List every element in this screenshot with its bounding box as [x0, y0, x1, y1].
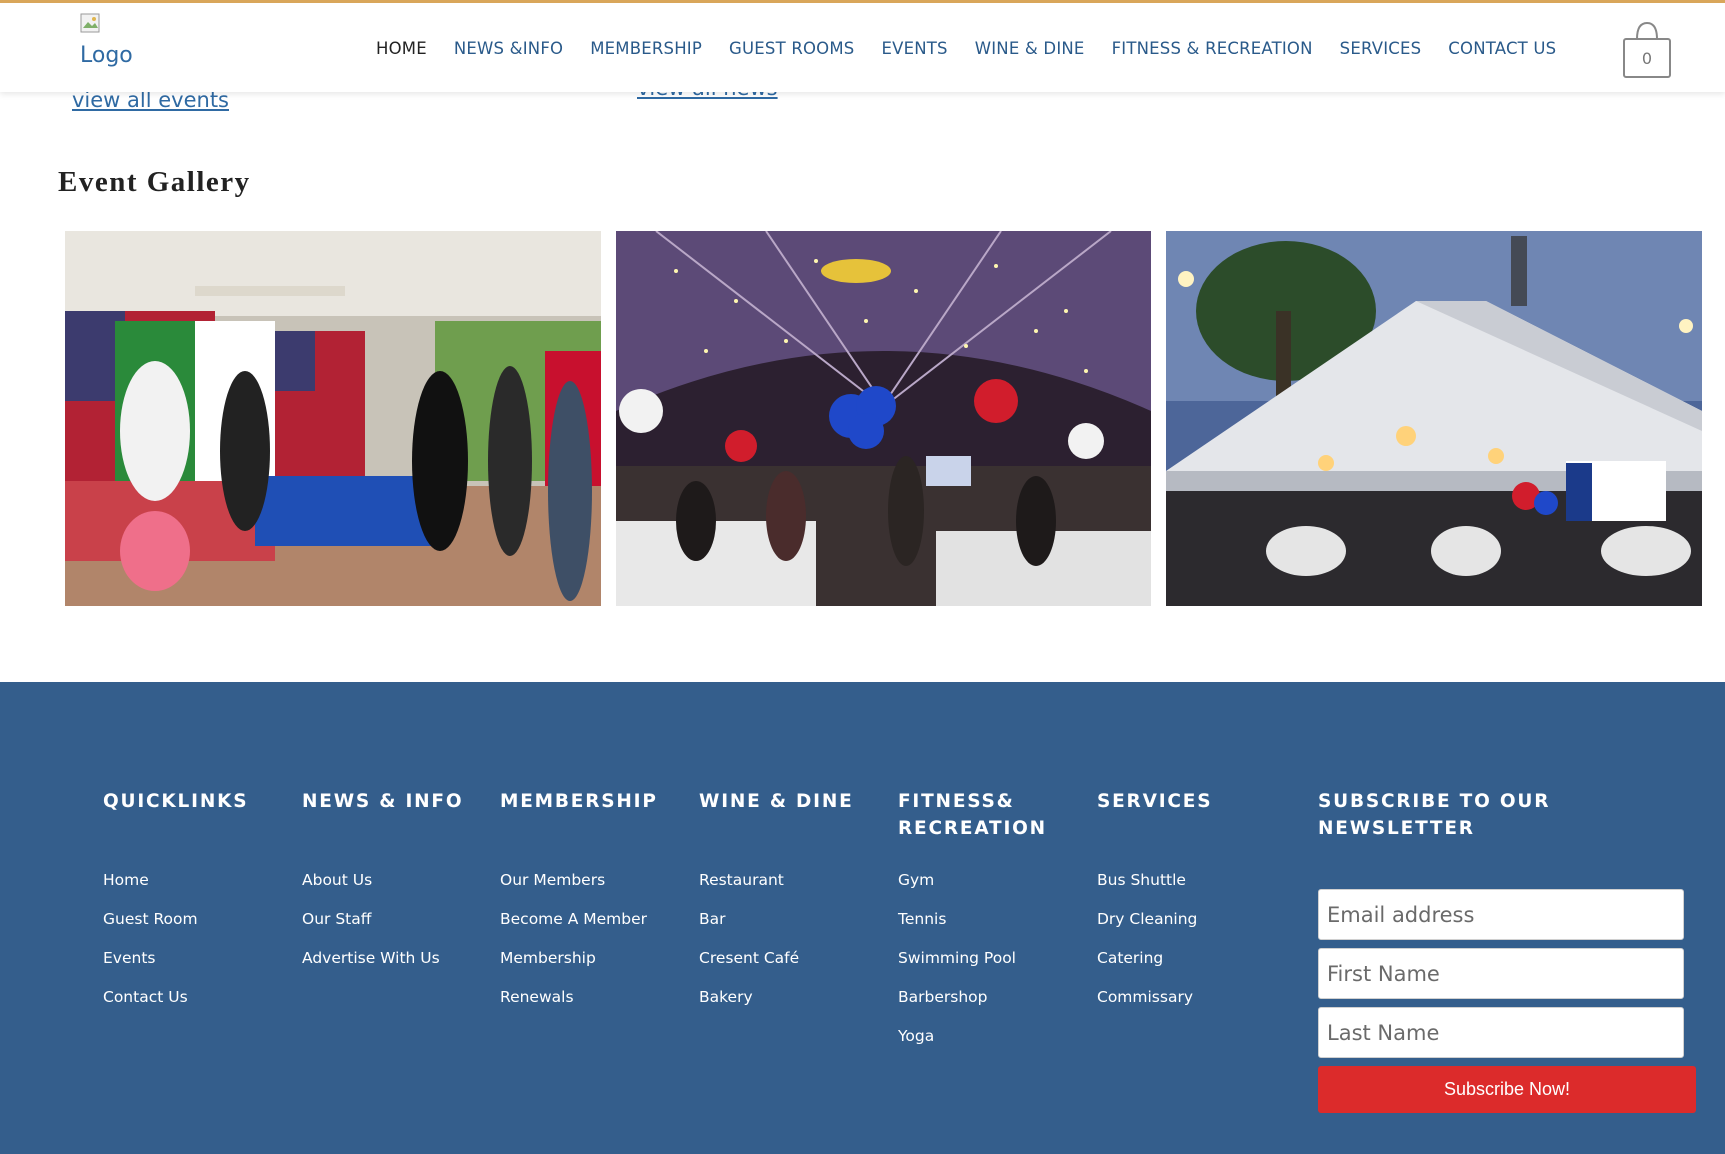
footer-link-commissary[interactable]: Commissary	[1097, 987, 1197, 1026]
footer-col-title: SERVICES	[1097, 791, 1213, 812]
gallery-image-1[interactable]	[65, 231, 601, 606]
footer-link-restaurant[interactable]: Restaurant	[699, 870, 799, 909]
footer-col-title: FITNESS& RECREATION	[898, 791, 1047, 839]
nav-guest-rooms[interactable]: GUEST ROOMS	[729, 39, 854, 58]
footer-col-membership: MEMBERSHIP Our Members Become A Member M…	[500, 788, 658, 1006]
footer-link-advertise[interactable]: Advertise With Us	[302, 948, 440, 987]
footer-link-gym[interactable]: Gym	[898, 870, 1016, 909]
gallery-image-2[interactable]	[616, 231, 1152, 606]
cart-button[interactable]: 0	[1622, 21, 1672, 79]
nav-contact-us[interactable]: CONTACT US	[1448, 39, 1556, 58]
footer-col-news-info: NEWS & INFO About Us Our Staff Advertise…	[302, 788, 464, 967]
footer-col-fitness: FITNESS& RECREATION Gym Tennis Swimming …	[898, 788, 1047, 1045]
footer-link-catering[interactable]: Catering	[1097, 948, 1197, 987]
newsletter-title: SUBSCRIBE TO OUR NEWSLETTER	[1318, 791, 1551, 839]
main-nav: HOME NEWS &INFO MEMBERSHIP GUEST ROOMS E…	[376, 39, 1583, 58]
gallery-title: Event Gallery	[58, 166, 251, 198]
footer-link-membership[interactable]: Membership	[500, 948, 647, 987]
footer-link-our-staff[interactable]: Our Staff	[302, 909, 440, 948]
footer-col-title: NEWS & INFO	[302, 791, 464, 812]
nav-events[interactable]: EVENTS	[881, 39, 947, 58]
broken-image-icon	[80, 13, 100, 33]
footer-link-events[interactable]: Events	[103, 948, 198, 987]
first-name-field[interactable]	[1318, 948, 1684, 999]
footer-link-become-member[interactable]: Become A Member	[500, 909, 647, 948]
footer-link-yoga[interactable]: Yoga	[898, 1026, 1016, 1065]
nav-wine-dine[interactable]: WINE & DINE	[975, 39, 1085, 58]
footer-col-title: MEMBERSHIP	[500, 791, 658, 812]
nav-services[interactable]: SERVICES	[1340, 39, 1422, 58]
footer-link-dry-cleaning[interactable]: Dry Cleaning	[1097, 909, 1197, 948]
footer-col-title: WINE & DINE	[699, 791, 854, 812]
footer-link-barbershop[interactable]: Barbershop	[898, 987, 1016, 1026]
last-name-field[interactable]	[1318, 1007, 1684, 1058]
footer-link-home[interactable]: Home	[103, 870, 198, 909]
footer-link-our-members[interactable]: Our Members	[500, 870, 647, 909]
footer-link-renewals[interactable]: Renewals	[500, 987, 647, 1026]
footer-link-about-us[interactable]: About Us	[302, 870, 440, 909]
footer-link-guest-room[interactable]: Guest Room	[103, 909, 198, 948]
nav-membership[interactable]: MEMBERSHIP	[590, 39, 702, 58]
footer-link-bar[interactable]: Bar	[699, 909, 799, 948]
nav-home[interactable]: HOME	[376, 39, 427, 58]
site-header: Logo HOME NEWS &INFO MEMBERSHIP GUEST RO…	[0, 0, 1725, 92]
email-field[interactable]	[1318, 889, 1684, 940]
footer-link-tennis[interactable]: Tennis	[898, 909, 1016, 948]
footer-col-services: SERVICES Bus Shuttle Dry Cleaning Cateri…	[1097, 788, 1213, 1006]
logo-alt-text: Logo	[80, 43, 133, 68]
footer-link-cafe[interactable]: Cresent Café	[699, 948, 799, 987]
nav-news-info[interactable]: NEWS &INFO	[454, 39, 563, 58]
footer-col-title: QUICKLINKS	[103, 791, 249, 812]
footer-link-swimming-pool[interactable]: Swimming Pool	[898, 948, 1016, 987]
footer-link-contact-us[interactable]: Contact Us	[103, 987, 198, 1026]
subscribe-button[interactable]: Subscribe Now!	[1318, 1066, 1696, 1113]
footer-col-wine-dine: WINE & DINE Restaurant Bar Cresent Café …	[699, 788, 854, 1006]
cart-count: 0	[1641, 49, 1653, 68]
site-footer: QUICKLINKS Home Guest Room Events Contac…	[0, 682, 1725, 1154]
gallery-image-3[interactable]	[1166, 231, 1702, 606]
site-logo[interactable]: Logo	[80, 13, 170, 73]
footer-col-quicklinks: QUICKLINKS Home Guest Room Events Contac…	[103, 788, 249, 1006]
nav-fitness-recreation[interactable]: FITNESS & RECREATION	[1112, 39, 1313, 58]
footer-link-bus-shuttle[interactable]: Bus Shuttle	[1097, 870, 1197, 909]
footer-link-bakery[interactable]: Bakery	[699, 987, 799, 1026]
newsletter-form: SUBSCRIBE TO OUR NEWSLETTER Subscribe No…	[1318, 788, 1698, 1113]
